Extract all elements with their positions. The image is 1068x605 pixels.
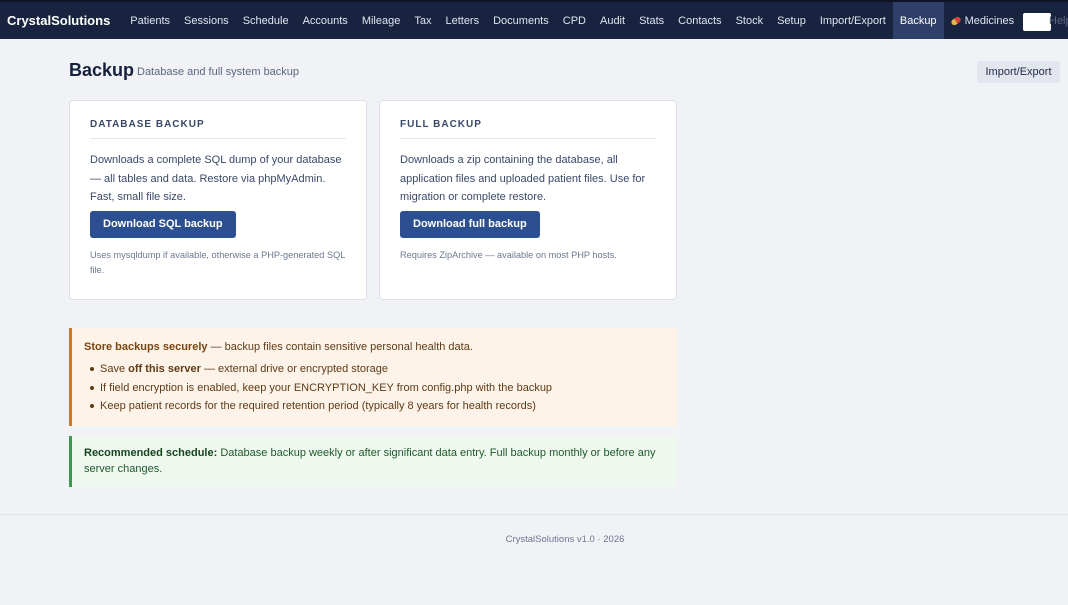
nav-item-contacts[interactable]: Contacts	[671, 2, 728, 39]
warning-lead-bold: Store backups securely	[84, 341, 208, 353]
database-backup-card: DATABASE BACKUP Downloads a complete SQL…	[69, 100, 367, 300]
card-note: Uses mysqldump if available, otherwise a…	[90, 249, 345, 275]
help-link[interactable]: Help	[1049, 15, 1068, 27]
page-subtitle: Database and full system backup	[137, 66, 300, 78]
card-title: FULL BACKUP	[400, 119, 656, 139]
warning-lead-text: — backup files contain sensitive persona…	[207, 341, 473, 353]
nav-item-mileage[interactable]: Mileage	[355, 2, 408, 39]
nav-item-medicines-label: Medicines	[964, 14, 1015, 27]
nav-item-patients[interactable]: Patients	[123, 2, 177, 39]
nav-item-stats[interactable]: Stats	[632, 2, 671, 39]
footer-text: CrystalSolutions v1.0 · 2026	[505, 534, 625, 545]
list-item: Keep patient records for the required re…	[84, 397, 677, 416]
nav-item-letters[interactable]: Letters	[438, 2, 486, 39]
brand-logo[interactable]: CrystalSolutions	[0, 13, 110, 28]
card-description: Downloads a zip containing the database,…	[400, 154, 646, 203]
list-item: If field encryption is enabled, keep you…	[84, 379, 677, 398]
nav-item-backup[interactable]: Backup	[892, 2, 944, 39]
security-warning-alert: Store backups securely — backup files co…	[69, 328, 677, 426]
nav-item-import-export[interactable]: Import/Export	[813, 2, 893, 39]
recommended-schedule-alert: Recommended schedule: Database backup we…	[69, 436, 677, 487]
card-title: DATABASE BACKUP	[90, 119, 346, 139]
download-full-backup-button[interactable]: Download full backup	[400, 210, 540, 238]
nav-item-stock[interactable]: Stock	[729, 2, 771, 39]
list-item: Save off this server — external drive or…	[84, 360, 677, 379]
nav-item-schedule[interactable]: Schedule	[236, 2, 296, 39]
nav-item-medicines[interactable]: Medicines	[944, 2, 1022, 39]
warning-list: Save off this server — external drive or…	[84, 360, 677, 416]
list-item-post: — external drive or encrypted storage	[200, 363, 388, 375]
download-sql-backup-button[interactable]: Download SQL backup	[90, 210, 236, 238]
pill-icon	[949, 14, 963, 28]
nav-item-tax[interactable]: Tax	[407, 2, 438, 39]
list-item-bold: off this server	[128, 363, 201, 375]
nav-item-setup[interactable]: Setup	[770, 2, 813, 39]
nav-item-accounts[interactable]: Accounts	[296, 2, 355, 39]
nav-item-cpd[interactable]: CPD	[556, 2, 593, 39]
user-menu-box[interactable]	[1023, 13, 1051, 31]
nav-item-audit[interactable]: Audit	[593, 2, 632, 39]
page-title: Backup	[69, 60, 135, 80]
full-backup-card: FULL BACKUP Downloads a zip containing t…	[379, 100, 677, 300]
nav-item-sessions[interactable]: Sessions	[177, 2, 236, 39]
schedule-label: Recommended schedule:	[84, 447, 218, 459]
list-item-pre: Save	[100, 363, 129, 375]
card-note: Requires ZipArchive — available on most …	[400, 249, 617, 260]
nav-item-documents[interactable]: Documents	[486, 2, 556, 39]
footer-divider	[0, 514, 1068, 515]
top-navigation-bar: CrystalSolutions Patients Sessions Sched…	[0, 0, 1068, 39]
import-export-button[interactable]: Import/Export	[977, 61, 1060, 83]
card-description: Downloads a complete SQL dump of your da…	[90, 154, 342, 203]
main-nav: Patients Sessions Schedule Accounts Mile…	[123, 2, 1021, 39]
warning-lead: Store backups securely — backup files co…	[84, 341, 677, 353]
